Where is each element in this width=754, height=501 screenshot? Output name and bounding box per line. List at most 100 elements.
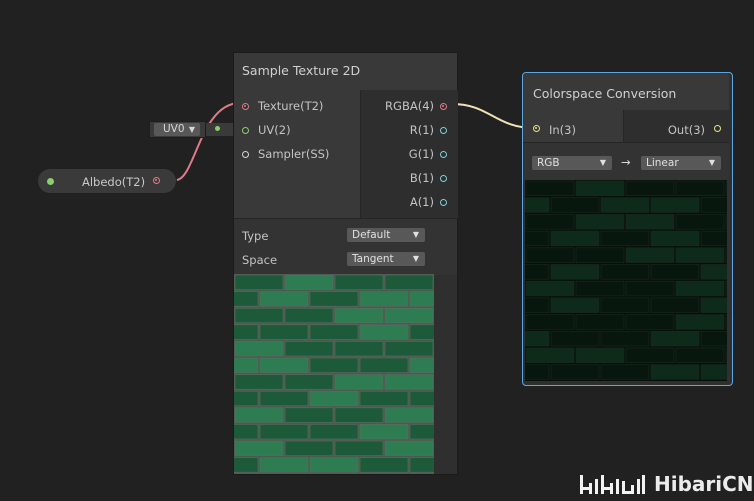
colorspace-conversion-node[interactable]: Colorspace Conversion In(3) Out(3) RGB ▼…: [522, 72, 733, 386]
from-colorspace-dropdown[interactable]: RGB ▼: [532, 156, 612, 170]
node-title: Sample Texture 2D: [242, 63, 361, 78]
input-label: Sampler(SS): [258, 147, 330, 161]
brick: [409, 390, 434, 407]
brick: [334, 274, 384, 290]
to-colorspace-dropdown[interactable]: Linear ▼: [641, 156, 721, 170]
brick: [309, 457, 359, 473]
brick: [550, 230, 600, 247]
rgba-output-port[interactable]: [440, 103, 447, 110]
brick: [625, 314, 675, 330]
brick: [725, 280, 727, 297]
brick: [384, 341, 434, 357]
brick: [309, 291, 359, 307]
texture-input-port[interactable]: [242, 103, 249, 110]
brick: [525, 214, 575, 230]
out-output-port[interactable]: [714, 125, 721, 132]
brick: [525, 264, 550, 280]
uv-input-port[interactable]: [242, 127, 249, 134]
sampler-input-port[interactable]: [242, 151, 249, 158]
brick: [650, 197, 700, 213]
uv-channel-dropdown[interactable]: UV0 ▼: [154, 123, 200, 136]
brick: [600, 230, 650, 247]
brick: [359, 457, 409, 473]
in-input-port[interactable]: [533, 125, 540, 132]
input-ports: Texture(T2) UV(2) Sampler(SS): [234, 90, 360, 218]
brick: [575, 214, 625, 230]
brick: [284, 341, 334, 357]
brick: [700, 364, 727, 380]
dropdown-caret-icon: ▼: [412, 254, 419, 263]
output-ports: Out(3): [623, 110, 730, 142]
brick: [550, 364, 600, 380]
output-a[interactable]: A(1): [355, 195, 450, 211]
g-output-port[interactable]: [440, 151, 447, 158]
type-label: Type: [242, 229, 269, 243]
brick: [550, 297, 600, 313]
brick: [625, 347, 675, 363]
output-r[interactable]: R(1): [355, 123, 450, 139]
brick: [384, 407, 434, 423]
property-output-port[interactable]: [153, 177, 160, 184]
brick: [675, 314, 725, 330]
brick: [575, 247, 625, 263]
brick: [234, 457, 259, 473]
type-dropdown[interactable]: Default ▼: [347, 228, 425, 242]
sample-texture-2d-node[interactable]: Sample Texture 2D Texture(T2) UV(2) Samp…: [233, 52, 458, 475]
input-label: Texture(T2): [258, 99, 324, 113]
brick: [525, 314, 575, 330]
brick: [700, 331, 727, 347]
node-header[interactable]: Sample Texture 2D: [234, 53, 457, 91]
output-ports: RGBA(4) R(1) G(1) B(1) A(1): [360, 90, 458, 218]
b-output-port[interactable]: [440, 175, 447, 182]
input-label: In(3): [549, 123, 576, 137]
brick: [700, 264, 727, 280]
space-dropdown[interactable]: Tangent ▼: [347, 252, 425, 266]
brick: [600, 364, 650, 380]
node-title: Colorspace Conversion: [533, 86, 677, 101]
input-ports: In(3): [523, 110, 623, 142]
brick: [284, 274, 334, 290]
brick: [234, 424, 259, 440]
uv-inline-port[interactable]: [215, 126, 220, 131]
node-settings: Type Default ▼ Space Tangent ▼: [234, 218, 457, 275]
brick: [625, 247, 675, 263]
brick: [550, 264, 600, 280]
from-value: RGB: [537, 157, 560, 169]
brick: [525, 197, 550, 213]
brick: [650, 297, 700, 313]
brick: [384, 374, 434, 390]
brick: [600, 331, 650, 347]
brick: [234, 307, 284, 324]
brick: [359, 390, 409, 407]
output-g[interactable]: G(1): [355, 147, 450, 163]
brick: [359, 291, 409, 307]
brick: [525, 230, 550, 247]
brick: [725, 314, 727, 330]
brick: [309, 424, 359, 440]
output-rgba[interactable]: RGBA(4): [355, 99, 450, 115]
brick: [409, 324, 434, 340]
brick: [334, 307, 384, 324]
brick: [675, 347, 725, 363]
texture-wire[interactable]: [175, 102, 241, 181]
a-output-port[interactable]: [440, 199, 447, 206]
output-label: B(1): [409, 171, 434, 185]
property-label: Albedo(T2): [82, 175, 146, 189]
output-label: RGBA(4): [385, 99, 434, 113]
brick: [575, 347, 625, 363]
brick: [334, 374, 384, 390]
output-label: G(1): [408, 147, 434, 161]
brick: [725, 247, 727, 263]
brick: [334, 407, 384, 423]
brick: [234, 390, 259, 407]
brick: [309, 357, 359, 373]
brick: [384, 440, 434, 456]
node-header[interactable]: Colorspace Conversion: [523, 73, 729, 111]
brick: [625, 280, 675, 297]
output-b[interactable]: B(1): [355, 171, 450, 187]
brick: [309, 324, 359, 340]
brick: [600, 264, 650, 280]
r-output-port[interactable]: [440, 127, 447, 134]
albedo-property-node[interactable]: Albedo(T2): [37, 168, 177, 194]
output-label: A(1): [409, 195, 434, 209]
